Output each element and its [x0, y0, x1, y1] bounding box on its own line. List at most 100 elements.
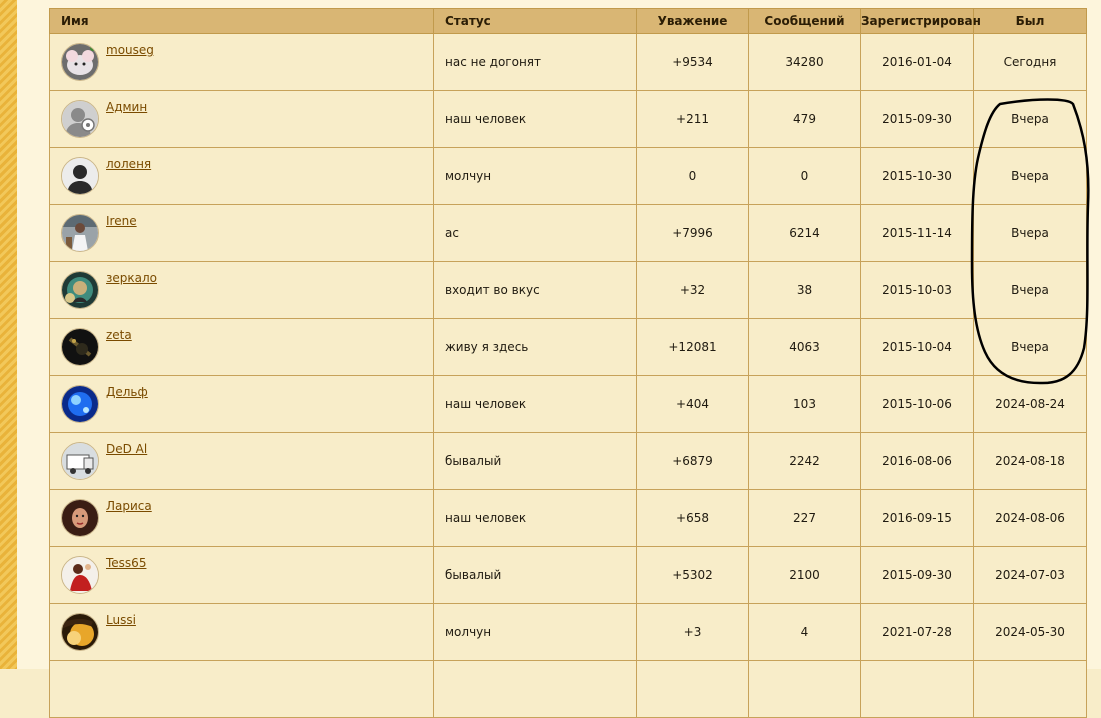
avatar[interactable] — [61, 271, 99, 309]
registered-cell: 2015-10-30 — [860, 147, 974, 205]
registered-cell: 2015-10-03 — [860, 261, 974, 319]
registered-cell: 2016-08-06 — [860, 432, 974, 490]
posts-cell: 4063 — [748, 318, 861, 376]
respect-cell: +658 — [636, 489, 749, 547]
registered-cell: 2016-01-04 — [860, 33, 974, 91]
username-link[interactable]: Дельф — [106, 385, 148, 399]
username-link[interactable]: лоленя — [106, 157, 151, 171]
registered-cell: 2015-10-04 — [860, 318, 974, 376]
last-seen-cell: 2024-05-30 — [973, 603, 1087, 661]
name-cell: лоленя — [49, 147, 434, 205]
status-cell — [433, 660, 637, 718]
last-seen-cell: Сегодня — [973, 33, 1087, 91]
avatar[interactable] — [61, 556, 99, 594]
respect-cell: +7996 — [636, 204, 749, 262]
users-table: Имя Статус Уважение Сообщений Зарегистри… — [49, 8, 1087, 718]
posts-cell: 2242 — [748, 432, 861, 490]
respect-cell: 0 — [636, 147, 749, 205]
username-link[interactable]: mouseg — [106, 43, 154, 57]
avatar[interactable] — [61, 385, 99, 423]
username-link[interactable]: Админ — [106, 100, 147, 114]
table-row: mouseg нас не догонят +9534 34280 2016-0… — [49, 33, 1087, 91]
posts-cell: 34280 — [748, 33, 861, 91]
status-cell: наш человек — [433, 375, 637, 433]
column-header-name[interactable]: Имя — [49, 8, 434, 34]
name-cell: Tess65 — [49, 546, 434, 604]
column-header-posts[interactable]: Сообщений — [748, 8, 861, 34]
registered-cell — [860, 660, 974, 718]
column-header-status[interactable]: Статус — [433, 8, 637, 34]
registered-cell: 2016-09-15 — [860, 489, 974, 547]
respect-cell: +32 — [636, 261, 749, 319]
status-cell: наш человек — [433, 489, 637, 547]
table-row: Лариса наш человек +658 227 2016-09-15 2… — [49, 489, 1087, 547]
name-cell: зеркало — [49, 261, 434, 319]
name-cell: Irene — [49, 204, 434, 262]
status-cell: молчун — [433, 147, 637, 205]
posts-cell — [748, 660, 861, 718]
last-seen-cell: Вчера — [973, 261, 1087, 319]
avatar[interactable] — [61, 328, 99, 366]
name-cell: Лариса — [49, 489, 434, 547]
name-cell: Lussi — [49, 603, 434, 661]
table-row: Irene ас +7996 6214 2015-11-14 Вчера — [49, 204, 1087, 262]
avatar[interactable] — [61, 499, 99, 537]
avatar[interactable] — [61, 442, 99, 480]
username-link[interactable]: Irene — [106, 214, 137, 228]
status-cell: входит во вкус — [433, 261, 637, 319]
last-seen-cell: Вчера — [973, 318, 1087, 376]
last-seen-cell: Вчера — [973, 204, 1087, 262]
table-row: зеркало входит во вкус +32 38 2015-10-03… — [49, 261, 1087, 319]
last-seen-cell: 2024-08-06 — [973, 489, 1087, 547]
respect-cell — [636, 660, 749, 718]
table-row: Админ наш человек +211 479 2015-09-30 Вч… — [49, 90, 1087, 148]
username-link[interactable]: зеркало — [106, 271, 157, 285]
posts-cell: 227 — [748, 489, 861, 547]
respect-cell: +12081 — [636, 318, 749, 376]
username-link[interactable]: zeta — [106, 328, 132, 342]
table-row: DeD Al бывалый +6879 2242 2016-08-06 202… — [49, 432, 1087, 490]
name-cell — [49, 660, 434, 718]
posts-cell: 4 — [748, 603, 861, 661]
username-link[interactable]: DeD Al — [106, 442, 147, 456]
username-link[interactable]: Lussi — [106, 613, 136, 627]
posts-cell: 479 — [748, 90, 861, 148]
posts-cell: 2100 — [748, 546, 861, 604]
username-link[interactable]: Tess65 — [106, 556, 146, 570]
status-cell: бывалый — [433, 432, 637, 490]
avatar[interactable] — [61, 157, 99, 195]
decorative-left-stripe — [0, 0, 17, 669]
table-row — [49, 660, 1087, 718]
name-cell: mouseg — [49, 33, 434, 91]
column-header-last-seen[interactable]: Был — [973, 8, 1087, 34]
posts-cell: 6214 — [748, 204, 861, 262]
column-header-respect[interactable]: Уважение — [636, 8, 749, 34]
avatar[interactable] — [61, 100, 99, 138]
respect-cell: +9534 — [636, 33, 749, 91]
username-link[interactable]: Лариса — [106, 499, 152, 513]
table-header-row: Имя Статус Уважение Сообщений Зарегистри… — [49, 8, 1087, 34]
table-row: Дельф наш человек +404 103 2015-10-06 20… — [49, 375, 1087, 433]
avatar[interactable] — [61, 613, 99, 651]
posts-cell: 0 — [748, 147, 861, 205]
posts-cell: 38 — [748, 261, 861, 319]
avatar[interactable] — [61, 214, 99, 252]
name-cell: Дельф — [49, 375, 434, 433]
table-row: лоленя молчун 0 0 2015-10-30 Вчера — [49, 147, 1087, 205]
status-cell: нас не догонят — [433, 33, 637, 91]
last-seen-cell: 2024-08-24 — [973, 375, 1087, 433]
table-row: Lussi молчун +3 4 2021-07-28 2024-05-30 — [49, 603, 1087, 661]
column-header-registered[interactable]: Зарегистрирован — [860, 8, 981, 34]
registered-cell: 2015-09-30 — [860, 546, 974, 604]
respect-cell: +6879 — [636, 432, 749, 490]
table-row: zeta живу я здесь +12081 4063 2015-10-04… — [49, 318, 1087, 376]
registered-cell: 2021-07-28 — [860, 603, 974, 661]
last-seen-cell: Вчера — [973, 90, 1087, 148]
last-seen-cell: 2024-07-03 — [973, 546, 1087, 604]
avatar[interactable] — [61, 43, 99, 81]
respect-cell: +5302 — [636, 546, 749, 604]
posts-cell: 103 — [748, 375, 861, 433]
status-cell: бывалый — [433, 546, 637, 604]
name-cell: zeta — [49, 318, 434, 376]
respect-cell: +404 — [636, 375, 749, 433]
